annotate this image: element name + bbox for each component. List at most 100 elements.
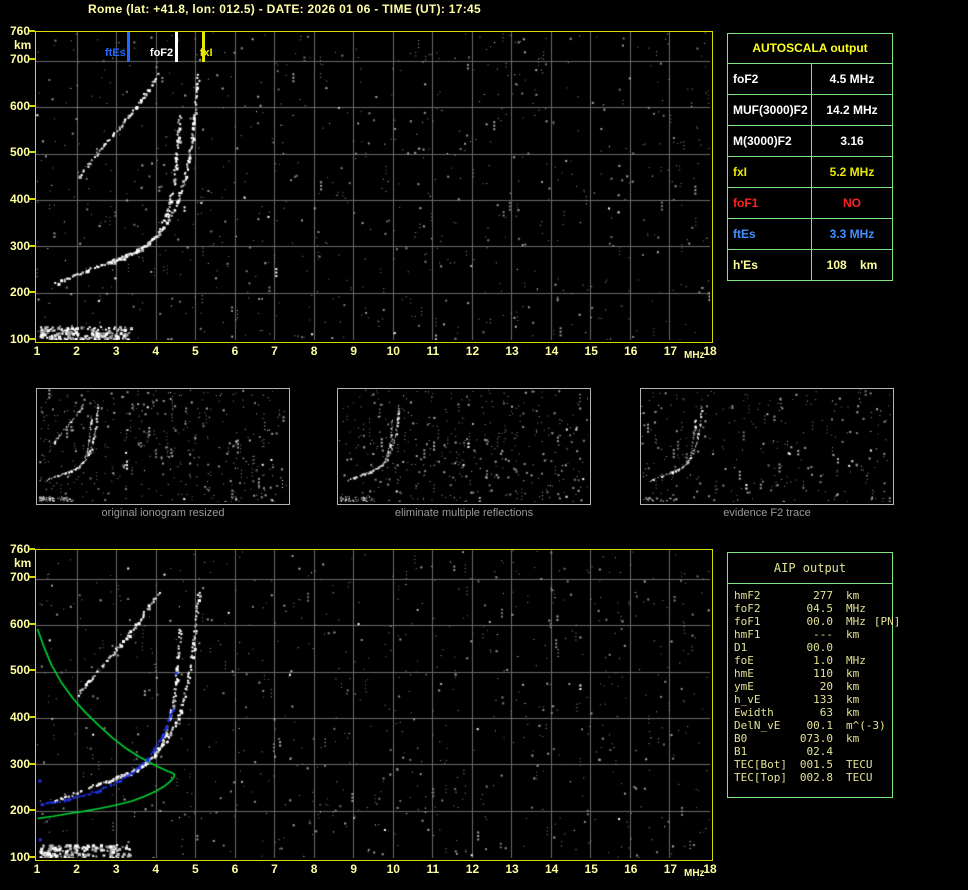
panel-eliminate-canvas (338, 389, 588, 502)
x-tick-label: 12 (459, 344, 485, 358)
x-tick-label: 10 (380, 344, 406, 358)
y-tick-label: 600 (0, 617, 30, 631)
aip-row-label: TEC[Top] (734, 771, 793, 784)
aip-row-TEC[Top]: TEC[Top]002.8TECU (728, 771, 892, 784)
autoscala-row-value: 3.16 (812, 126, 892, 156)
x-tick-label: 2 (64, 344, 90, 358)
y-tick-label: 760 (0, 24, 30, 38)
aip-row-unit: TECU (846, 758, 873, 771)
autoscala-row-label: M(3000)F2 (728, 126, 812, 156)
y-tick-mark (29, 669, 35, 671)
x-tick-label: 4 (143, 862, 169, 876)
aip-header: AIP output (728, 553, 892, 584)
autoscala-rows: foF24.5 MHzMUF(3000)F214.2 MHzM(3000)F23… (728, 64, 892, 280)
aip-row-value: 00.0 (793, 641, 833, 654)
marker-label-foF2: foF2 (150, 47, 173, 60)
aip-row-unit: km (846, 667, 859, 680)
aip-row-foF2: foF204.5MHz (728, 602, 892, 615)
y-tick-mark (29, 716, 35, 718)
autoscala-row-foF2: foF24.5 MHz (728, 64, 892, 95)
x-tick-label: 11 (420, 344, 446, 358)
aip-row-value: 00.0 (793, 615, 833, 628)
y-tick-label: 500 (0, 145, 30, 159)
x-tick-label: 15 (578, 862, 604, 876)
autoscala-header: AUTOSCALA output (728, 34, 892, 64)
aip-row-DelN_vE: DelN_vE00.1m^(-3) (728, 719, 892, 732)
x-axis-unit-label: MHz (684, 868, 705, 879)
x-tick-label: 10 (380, 862, 406, 876)
aip-row-label: hmF1 (734, 628, 793, 641)
aip-row-label: D1 (734, 641, 793, 654)
x-tick-label: 8 (301, 862, 327, 876)
aip-row-Ewidth: Ewidth63 km (728, 706, 892, 719)
y-tick-label: 600 (0, 99, 30, 113)
y-tick-mark (29, 338, 35, 340)
autoscala-row-label: foF2 (728, 64, 812, 94)
aip-row-h_vE: h_vE133km (728, 693, 892, 706)
aip-row-D1: D100.0 (728, 641, 892, 654)
aip-row-unit: km (846, 628, 859, 641)
autoscala-output-table: AUTOSCALA output foF24.5 MHzMUF(3000)F21… (727, 33, 893, 281)
aip-row-TEC[Bot]: TEC[Bot]001.5TECU (728, 758, 892, 771)
aip-row-label: hmF2 (734, 589, 793, 602)
aip-row-label: DelN_vE (734, 719, 793, 732)
aip-row-label: Ewidth (734, 706, 793, 719)
x-tick-label: 5 (182, 862, 208, 876)
autoscala-row-label: ftEs (728, 219, 812, 249)
x-tick-label: 1 (24, 344, 50, 358)
autoscala-row-label: fxI (728, 157, 812, 187)
panel-evidence-f2 (640, 388, 894, 505)
aip-row-unit: km (846, 706, 859, 719)
y-tick-mark (29, 58, 35, 60)
y-tick-mark (29, 198, 35, 200)
y-tick-mark (29, 151, 35, 153)
aip-rows: hmF2277kmfoF204.5MHzfoF100.0MHz[PN]hmF1-… (728, 584, 892, 784)
marker-label-ftEs: ftEs (105, 47, 126, 60)
aip-row-value: --- (793, 628, 833, 641)
bottom-ionogram-plot (35, 549, 713, 861)
x-tick-label: 5 (182, 344, 208, 358)
aip-row-value: 110 (793, 667, 833, 680)
y-tick-label: 300 (0, 757, 30, 771)
x-tick-label: 12 (459, 862, 485, 876)
panel-eliminate-reflections (337, 388, 591, 505)
autoscala-row-label: MUF(3000)F2 (728, 95, 812, 125)
y-tick-label: 700 (0, 52, 30, 66)
y-tick-label: 760 (0, 542, 30, 556)
aip-row-value: 00.1 (793, 719, 833, 732)
autoscala-row-label: foF1 (728, 188, 812, 218)
bottom-ionogram-canvas (36, 550, 710, 858)
autoscala-row-fxI: fxI5.2 MHz (728, 157, 892, 188)
x-tick-label: 14 (539, 344, 565, 358)
y-tick-label: 500 (0, 663, 30, 677)
autoscala-row-MUF(3000)F2: MUF(3000)F214.2 MHz (728, 95, 892, 126)
aip-row-unit: km (846, 589, 859, 602)
x-tick-label: 13 (499, 344, 525, 358)
aip-row-hmF1: hmF1--- km (728, 628, 892, 641)
aip-output-table: AIP output hmF2277kmfoF204.5MHzfoF100.0M… (727, 552, 893, 798)
x-tick-label: 4 (143, 344, 169, 358)
aip-row-unit: km (846, 732, 859, 745)
autoscala-row-value: NO (812, 188, 892, 218)
y-axis-unit-label: km (14, 38, 31, 52)
aip-row-B1: B102.4 (728, 745, 892, 758)
y-tick-mark (29, 809, 35, 811)
y-tick-label: 300 (0, 239, 30, 253)
x-tick-label: 13 (499, 862, 525, 876)
autoscala-row-foF1: foF1NO (728, 188, 892, 219)
y-axis-unit-label: km (14, 556, 31, 570)
x-tick-label: 2 (64, 862, 90, 876)
y-tick-mark (29, 576, 35, 578)
aip-row-extra: [PN] (874, 615, 901, 628)
x-tick-label: 7 (262, 862, 288, 876)
aip-row-unit: MHz (846, 615, 866, 628)
aip-row-unit: MHz (846, 654, 866, 667)
autoscala-app: { "title": "Rome (lat: +41.8, lon: 012.5… (0, 0, 968, 890)
panel-original-canvas (37, 389, 287, 502)
y-tick-label: 200 (0, 285, 30, 299)
aip-row-value: 277 (793, 589, 833, 602)
aip-row-unit: km (846, 680, 859, 693)
x-axis-unit-label: MHz (684, 350, 705, 361)
panel-original-ionogram (36, 388, 290, 505)
aip-row-value: 63 (793, 706, 833, 719)
